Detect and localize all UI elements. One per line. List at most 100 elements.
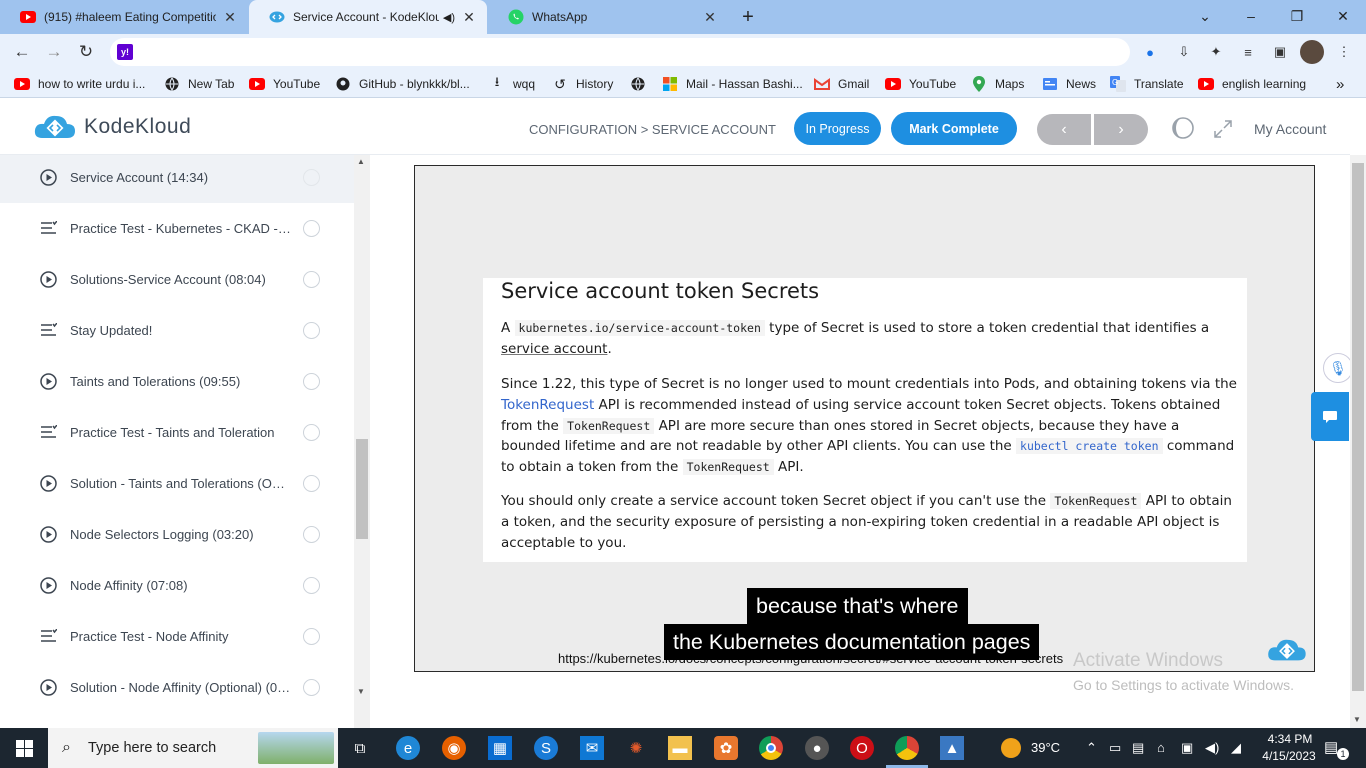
lesson-item[interactable]: Practice Test - Taints and Toleration — [0, 407, 354, 458]
address-bar[interactable]: y! — [110, 38, 1130, 66]
obs-icon[interactable]: ● — [805, 736, 829, 760]
task-view-icon[interactable]: ⧉ — [348, 736, 372, 760]
bookmark-urdu[interactable]: how to write urdu i... — [14, 75, 145, 93]
file-explorer-icon[interactable]: ▬ — [668, 736, 692, 760]
completion-circle-icon[interactable] — [303, 322, 320, 339]
next-lesson-button[interactable]: › — [1094, 114, 1148, 145]
scroll-up-arrow-icon[interactable]: ▲ — [357, 157, 365, 166]
completion-circle-icon[interactable] — [303, 424, 320, 441]
bookmarks-overflow-button[interactable]: » — [1336, 75, 1344, 93]
bookmark-wqq[interactable]: ⭳ wqq — [489, 74, 535, 93]
lesson-item[interactable]: Practice Test - Node Affinity — [0, 611, 354, 662]
tab-kodekloud[interactable]: Service Account - KodeKloud ◀) ✕ — [249, 0, 487, 34]
bookmark-youtube[interactable]: YouTube — [249, 75, 320, 93]
scroll-down-arrow-icon[interactable]: ▼ — [1353, 715, 1361, 724]
fullscreen-icon[interactable] — [1213, 119, 1233, 139]
tab-search-button[interactable]: ⌄ — [1182, 0, 1228, 32]
menu-icon[interactable]: ⋮ — [1334, 42, 1354, 62]
scroll-down-arrow-icon[interactable]: ▼ — [357, 687, 365, 696]
extensions-icon[interactable]: ✦ — [1206, 42, 1226, 62]
microphone-icon[interactable]: ● — [1140, 42, 1160, 62]
bookmark-english-learning[interactable]: english learning — [1198, 75, 1306, 93]
reload-button[interactable]: ↻ — [72, 38, 100, 66]
bookmark-maps[interactable]: Maps — [971, 75, 1024, 93]
photos-icon[interactable]: ▲ — [940, 736, 964, 760]
sidebar-scroll-thumb[interactable] — [356, 439, 368, 539]
completion-circle-icon[interactable] — [303, 169, 320, 186]
lesson-item[interactable]: Taints and Tolerations (09:55) — [0, 356, 354, 407]
usb-icon[interactable]: ⌂ — [1157, 740, 1165, 755]
video-player[interactable]: Service account token Secrets A kubernet… — [414, 165, 1315, 672]
clock-date[interactable]: 4/15/2023 — [1256, 749, 1322, 763]
in-progress-button[interactable]: In Progress — [794, 112, 881, 145]
completion-circle-icon[interactable] — [303, 271, 320, 288]
download-icon[interactable]: ⇩ — [1174, 42, 1194, 62]
profile-avatar[interactable] — [1300, 40, 1324, 64]
kodekloud-logo-icon[interactable] — [34, 114, 76, 144]
bookmark-translate[interactable]: G Translate — [1110, 75, 1184, 93]
chrome-profile-icon[interactable] — [895, 736, 919, 760]
sidebar-scrollbar[interactable]: ▲ ▼ — [354, 155, 370, 728]
page-scrollbar[interactable]: ▼ — [1350, 155, 1366, 728]
bookmark-gmail[interactable]: Gmail — [814, 75, 869, 93]
bookmark-news[interactable]: News — [1042, 75, 1096, 93]
volume-icon[interactable]: ◀) — [1205, 740, 1219, 756]
completion-circle-icon[interactable] — [303, 526, 320, 543]
lesson-item[interactable]: Service Account (14:34) — [0, 155, 354, 203]
chat-icon[interactable] — [1311, 392, 1349, 441]
mail-icon[interactable]: ✉ — [580, 736, 604, 760]
edge-icon[interactable]: e — [396, 736, 420, 760]
weather-sun-icon[interactable] — [1001, 738, 1021, 758]
lesson-item[interactable]: Node Selectors Logging (03:20) — [0, 509, 354, 560]
minimize-button[interactable]: – — [1228, 0, 1274, 32]
completion-circle-icon[interactable] — [303, 373, 320, 390]
close-tab-icon[interactable]: ✕ — [461, 9, 477, 25]
wifi-icon[interactable]: ◢ — [1231, 740, 1241, 756]
lesson-item[interactable]: Solutions-Service Account (08:04) — [0, 254, 354, 305]
taskbar-search-box[interactable]: ⌕ Type here to search — [48, 728, 338, 768]
voice-assistant-icon[interactable]: 🎙 — [1323, 353, 1353, 383]
completion-circle-icon[interactable] — [303, 475, 320, 492]
page-scroll-thumb[interactable] — [1352, 163, 1364, 691]
side-panel-icon[interactable]: ▣ — [1270, 42, 1290, 62]
dark-mode-icon[interactable] — [1171, 116, 1195, 140]
restore-button[interactable]: ❐ — [1274, 0, 1320, 32]
previous-lesson-button[interactable]: ‹ — [1037, 114, 1091, 145]
tab-whatsapp[interactable]: WhatsApp ✕ — [488, 0, 728, 34]
settings-app-icon[interactable]: ✿ — [714, 736, 738, 760]
completion-circle-icon[interactable] — [303, 577, 320, 594]
bookmark-history[interactable]: ↺ History — [552, 75, 613, 93]
bookmark-github[interactable]: GitHub - blynkkk/bl... — [335, 75, 470, 93]
tab-youtube[interactable]: (915) #haleem Eating Competitio ✕ — [0, 0, 248, 34]
bookmark-globe[interactable] — [630, 75, 654, 93]
weather-temperature[interactable]: 39°C — [1031, 740, 1060, 755]
completion-circle-icon[interactable] — [303, 628, 320, 645]
store-icon[interactable]: ▦ — [488, 736, 512, 760]
mark-complete-button[interactable]: Mark Complete — [891, 112, 1017, 145]
bookmark-new-tab[interactable]: New Tab — [164, 75, 234, 93]
close-window-button[interactable]: ✕ — [1320, 0, 1366, 32]
lesson-item[interactable]: Solution - Taints and Tolerations (Optio… — [0, 458, 354, 509]
back-button[interactable]: ← — [8, 38, 36, 66]
media-control-icon[interactable]: ≡ — [1238, 42, 1258, 62]
chrome-icon[interactable] — [759, 736, 783, 760]
completion-circle-icon[interactable] — [303, 679, 320, 696]
windows-start-icon[interactable] — [12, 736, 36, 760]
speaker-icon[interactable]: ◀) — [443, 11, 455, 24]
opera-icon[interactable]: O — [850, 736, 874, 760]
clock-time[interactable]: 4:34 PM — [1260, 732, 1320, 746]
app-logo-text[interactable]: KodeKloud — [84, 115, 191, 139]
bookmark-mail[interactable]: Mail - Hassan Bashi... — [662, 75, 803, 93]
display-icon[interactable]: ▣ — [1181, 740, 1193, 756]
lesson-item[interactable]: Practice Test - Kubernetes - CKAD - Serv… — [0, 203, 354, 254]
my-account-link[interactable]: My Account — [1254, 121, 1326, 137]
app-swirl-icon[interactable]: ✺ — [624, 736, 648, 760]
bookmark-youtube-2[interactable]: YouTube — [885, 75, 956, 93]
close-tab-icon[interactable]: ✕ — [702, 9, 718, 25]
new-tab-button[interactable]: + — [737, 6, 759, 28]
lesson-item[interactable]: Solution - Node Affinity (Optional) (06:… — [0, 662, 354, 713]
forward-button[interactable]: → — [40, 38, 68, 66]
lesson-item[interactable]: Stay Updated! — [0, 305, 354, 356]
battery-icon[interactable]: ▭ — [1109, 740, 1121, 756]
lesson-item[interactable]: Node Affinity (07:08) — [0, 560, 354, 611]
